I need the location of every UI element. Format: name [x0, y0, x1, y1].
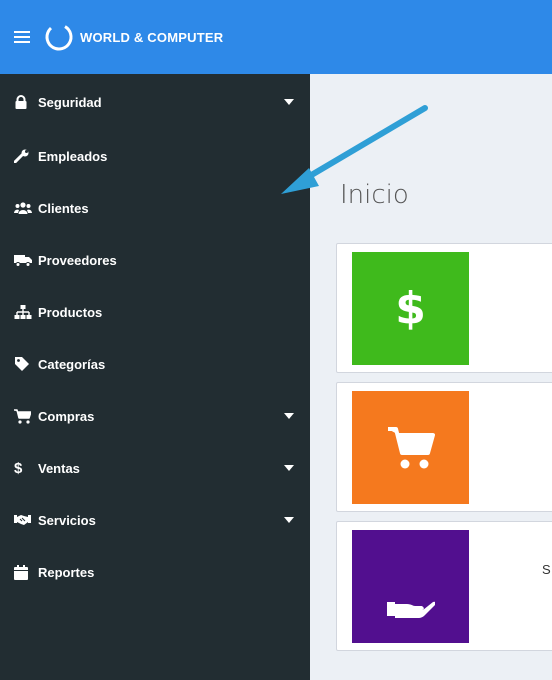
users-icon: [14, 200, 36, 216]
hand-icon: [352, 530, 469, 643]
cart-icon: [352, 391, 469, 504]
sidebar-item-ventas[interactable]: $ Ventas: [0, 442, 310, 494]
sidebar-item-label: Empleados: [38, 148, 108, 164]
info-box-ventas[interactable]: $: [336, 243, 552, 373]
sidebar-item-compras[interactable]: Compras: [0, 390, 310, 442]
caret-down-icon: [284, 465, 294, 471]
dollar-icon: $: [352, 252, 469, 365]
sidebar-item-label: Clientes: [38, 200, 89, 216]
dollar-icon: $: [14, 459, 23, 477]
logo-icon: [45, 23, 73, 51]
sidebar-item-label: Categorías: [38, 356, 106, 372]
brand-name: WORLD & COMPUTER: [80, 29, 224, 45]
sidebar-item-empleados[interactable]: Empleados: [0, 130, 310, 182]
calendar-icon: [14, 564, 36, 580]
sidebar-item-categorias[interactable]: Categorías: [0, 338, 310, 390]
sidebar-item-label: Reportes: [38, 564, 95, 580]
cart-icon: [14, 408, 36, 424]
lock-icon: [14, 94, 36, 110]
sidebar: Seguridad Empleados Clientes Proveedores…: [0, 74, 310, 680]
sitemap-icon: [14, 304, 36, 320]
sidebar-item-label: Proveedores: [38, 252, 117, 268]
sidebar-item-label: Servicios: [38, 512, 96, 528]
caret-down-icon: [284, 413, 294, 419]
brand-header: WORLD & COMPUTER: [0, 0, 310, 74]
info-box-text: S: [542, 562, 551, 577]
sidebar-item-label: Productos: [38, 304, 103, 320]
sidebar-item-label: Compras: [38, 408, 95, 424]
tag-icon: [14, 356, 36, 372]
sidebar-item-label: Seguridad: [38, 94, 102, 110]
sidebar-item-servicios[interactable]: Servicios: [0, 494, 310, 546]
handshake-icon: [14, 512, 36, 528]
truck-icon: [14, 252, 36, 268]
annotation-arrow-icon: [281, 105, 428, 194]
sidebar-item-proveedores[interactable]: Proveedores: [0, 234, 310, 286]
sidebar-item-clientes[interactable]: Clientes: [0, 182, 310, 234]
caret-down-icon: [284, 517, 294, 523]
wrench-icon: [14, 148, 36, 164]
info-box-compras[interactable]: [336, 382, 552, 512]
info-box-servicios[interactable]: S: [336, 521, 552, 651]
menu-toggle-icon[interactable]: [14, 31, 30, 43]
sidebar-item-reportes[interactable]: Reportes: [0, 546, 310, 598]
sidebar-item-productos[interactable]: Productos: [0, 286, 310, 338]
sidebar-item-label: Ventas: [38, 460, 80, 476]
sidebar-item-seguridad[interactable]: Seguridad: [0, 74, 310, 130]
